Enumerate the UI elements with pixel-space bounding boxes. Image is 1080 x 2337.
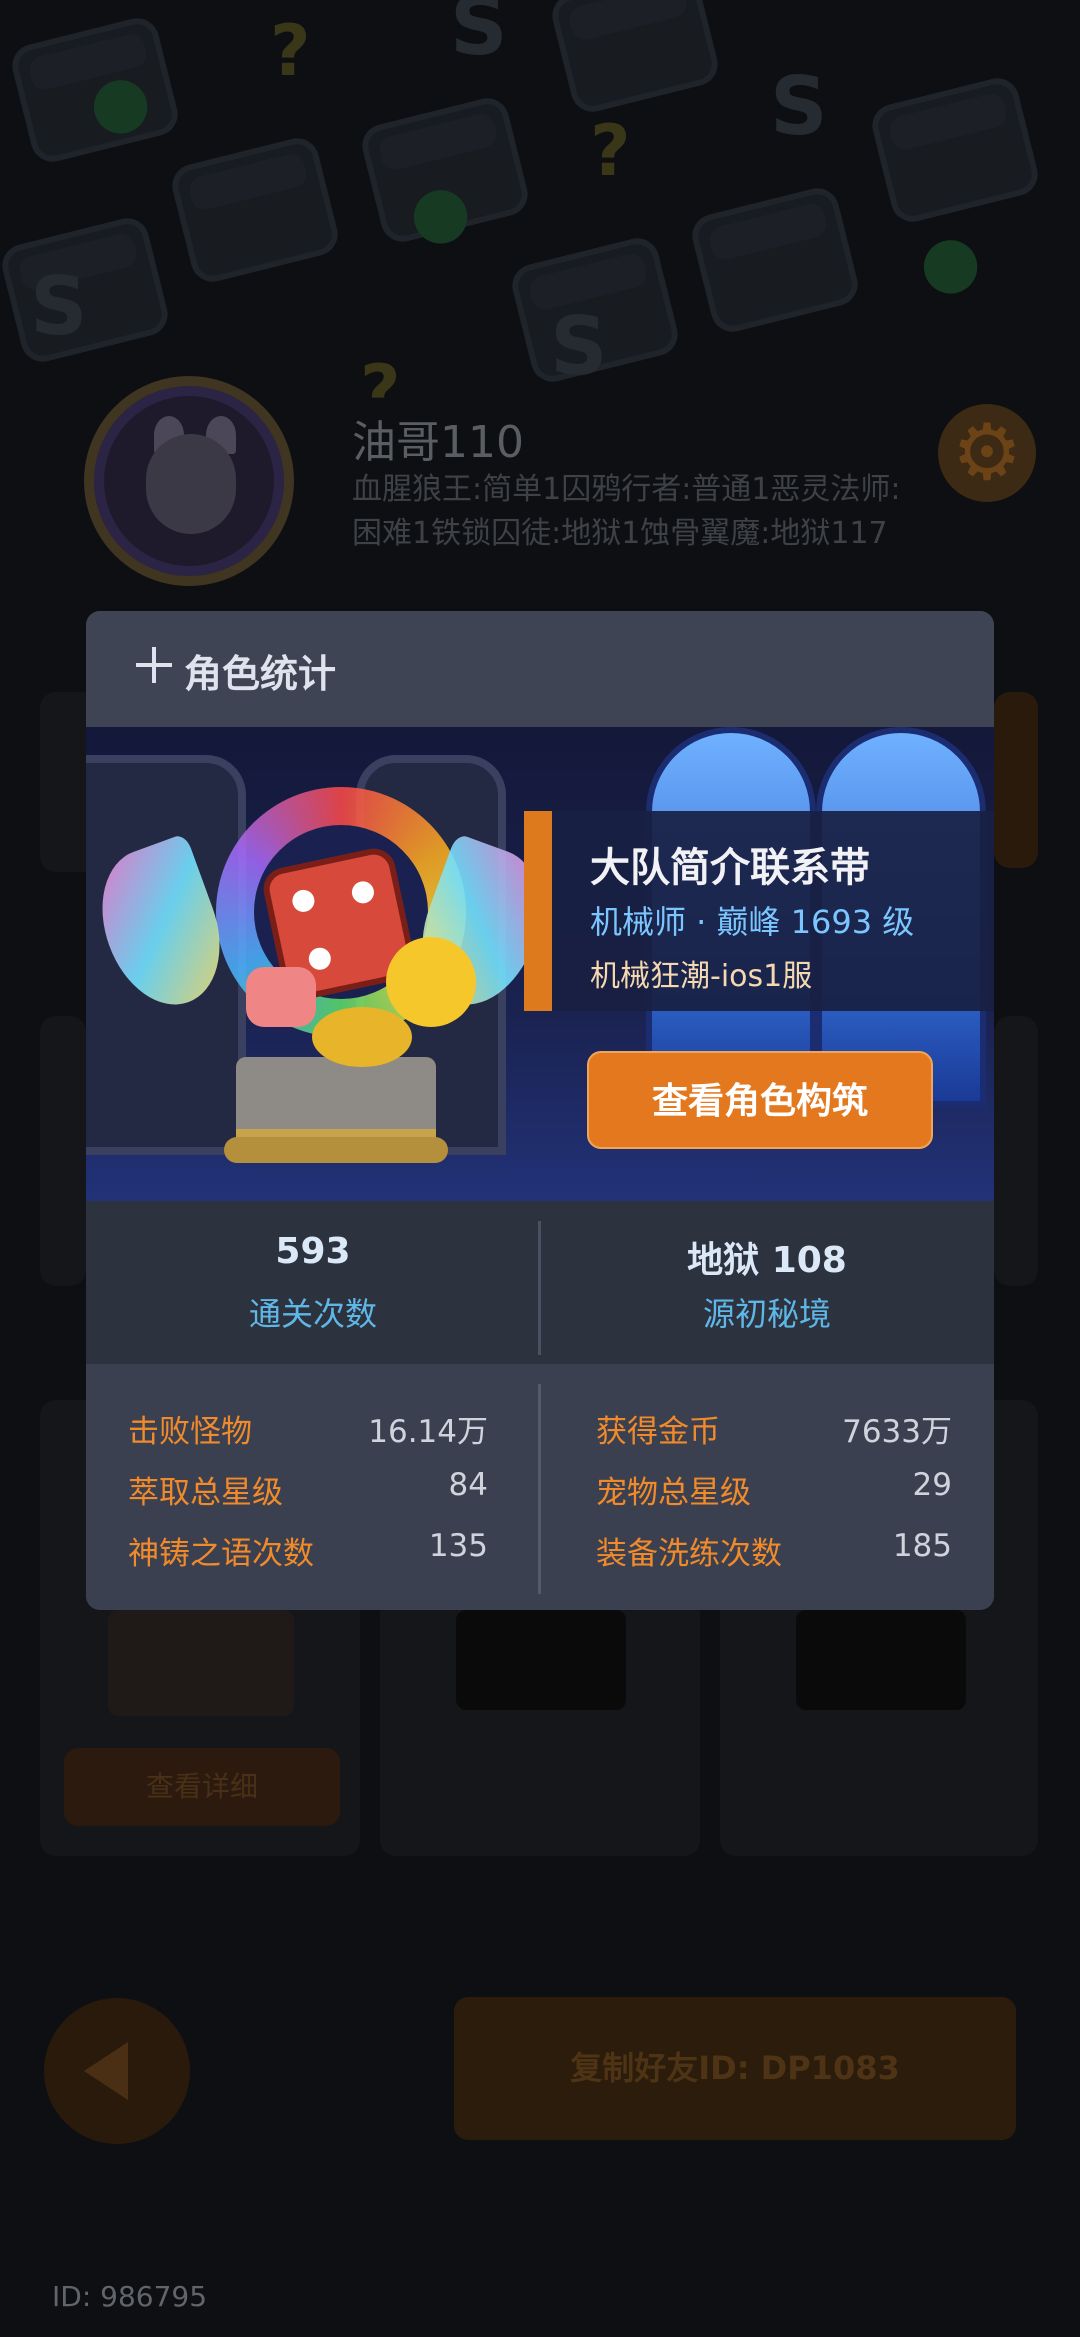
s-coin-icon: S xyxy=(450,0,508,73)
pet-bird xyxy=(312,1007,412,1067)
leaf-icon: ● xyxy=(920,220,982,302)
stat-label: 击败怪物 xyxy=(128,1414,252,1450)
background-panel xyxy=(994,692,1038,868)
s-coin-icon: S xyxy=(550,300,608,393)
background-panel xyxy=(994,1016,1038,1286)
background-pattern: ? ? ? S S S S ● ● ● xyxy=(0,0,1080,400)
clear-count-stat: 593 通关次数 xyxy=(86,1201,540,1364)
stat-value: 135 xyxy=(428,1528,488,1564)
gear-icon[interactable]: ⚙ xyxy=(938,404,1036,502)
background-panel xyxy=(40,1016,86,1286)
character-stats-modal: 角色统计 大队简介联系带 机械师 · 巅峰 1693 级 机械狂潮-ios1服 … xyxy=(86,611,994,1610)
stat-row: 装备洗练次数 185 xyxy=(596,1528,952,1578)
s-coin-icon: S xyxy=(30,260,88,353)
stat-label: 通关次数 xyxy=(248,1295,377,1333)
stat-label: 神铸之语次数 xyxy=(128,1536,314,1572)
stat-row: 神铸之语次数 135 xyxy=(128,1528,488,1578)
player-id: ID: 986795 xyxy=(52,2280,208,2313)
detail-stats: 击败怪物 16.14万 萃取总星级 84 神铸之语次数 135 获得金币 763… xyxy=(86,1364,994,1610)
background-thumbnail xyxy=(456,1610,626,1710)
origin-realm-stat: 地狱 108 源初秘境 xyxy=(540,1201,994,1364)
s-coin-icon: S xyxy=(770,60,828,153)
stat-label: 获得金币 xyxy=(596,1414,720,1450)
question-icon: ? xyxy=(590,110,631,192)
summary-stats: 593 通关次数 地狱 108 源初秘境 xyxy=(86,1201,994,1364)
pet-pig xyxy=(246,967,316,1027)
plus-icon xyxy=(136,647,172,683)
player-description: 血腥狼王:简单1囚鸦行者:普通1恶灵法师:困难1铁锁囚徒:地狱1蚀骨翼魔:地狱1… xyxy=(352,472,901,551)
team-name: 大队简介联系带 xyxy=(590,845,870,891)
question-icon: ? xyxy=(360,350,401,400)
character-pedestal xyxy=(236,1057,436,1147)
copy-friend-id-button[interactable]: 复制好友ID: DP1083 xyxy=(454,1997,1016,2140)
chest-decoration xyxy=(687,183,863,337)
stat-value: 29 xyxy=(912,1467,952,1503)
stat-row: 萃取总星级 84 xyxy=(128,1467,488,1517)
chest-decoration xyxy=(867,73,1043,227)
pet-bird xyxy=(386,937,476,1027)
back-arrow-icon[interactable] xyxy=(44,1998,190,2144)
stat-value: 地狱 108 xyxy=(687,1240,847,1281)
stat-label: 源初秘境 xyxy=(702,1295,831,1333)
modal-title-text: 角色统计 xyxy=(184,652,337,696)
player-name: 油哥110 xyxy=(352,417,524,468)
view-detail-button[interactable]: 查看详细 xyxy=(64,1748,340,1826)
job-level: 机械师 · 巅峰 1693 级 xyxy=(590,903,915,941)
divider xyxy=(538,1384,541,1594)
stat-label: 装备洗练次数 xyxy=(596,1536,782,1572)
server-name: 机械狂潮-ios1服 xyxy=(590,959,813,994)
modal-header: 角色统计 xyxy=(86,611,994,727)
question-icon: ? xyxy=(270,10,311,92)
stat-value: 7633万 xyxy=(842,1414,952,1450)
chest-decoration xyxy=(167,133,343,287)
stat-row: 击败怪物 16.14万 xyxy=(128,1406,488,1456)
stat-row: 获得金币 7633万 xyxy=(596,1406,952,1456)
view-build-button[interactable]: 查看角色构筑 xyxy=(587,1051,933,1149)
team-info-card: 大队简介联系带 机械师 · 巅峰 1693 级 机械狂潮-ios1服 xyxy=(524,811,994,1011)
stat-value: 185 xyxy=(892,1528,952,1564)
stat-value: 84 xyxy=(448,1467,488,1503)
stat-row: 宠物总星级 29 xyxy=(596,1467,952,1517)
leaf-icon: ● xyxy=(90,60,152,142)
stat-label: 萃取总星级 xyxy=(128,1475,283,1511)
stat-value: 593 xyxy=(275,1231,351,1272)
background-thumbnail xyxy=(796,1610,966,1710)
player-avatar[interactable] xyxy=(84,376,294,586)
background-thumbnail xyxy=(108,1610,294,1716)
modal-title: 角色统计 xyxy=(136,643,336,698)
stat-value: 16.14万 xyxy=(368,1414,488,1450)
character-banner: 大队简介联系带 机械师 · 巅峰 1693 级 机械狂潮-ios1服 查看角色构… xyxy=(86,727,994,1201)
leaf-icon: ● xyxy=(410,170,472,252)
avatar-face xyxy=(146,434,236,534)
chest-decoration xyxy=(547,0,723,117)
stat-label: 宠物总星级 xyxy=(596,1475,751,1511)
